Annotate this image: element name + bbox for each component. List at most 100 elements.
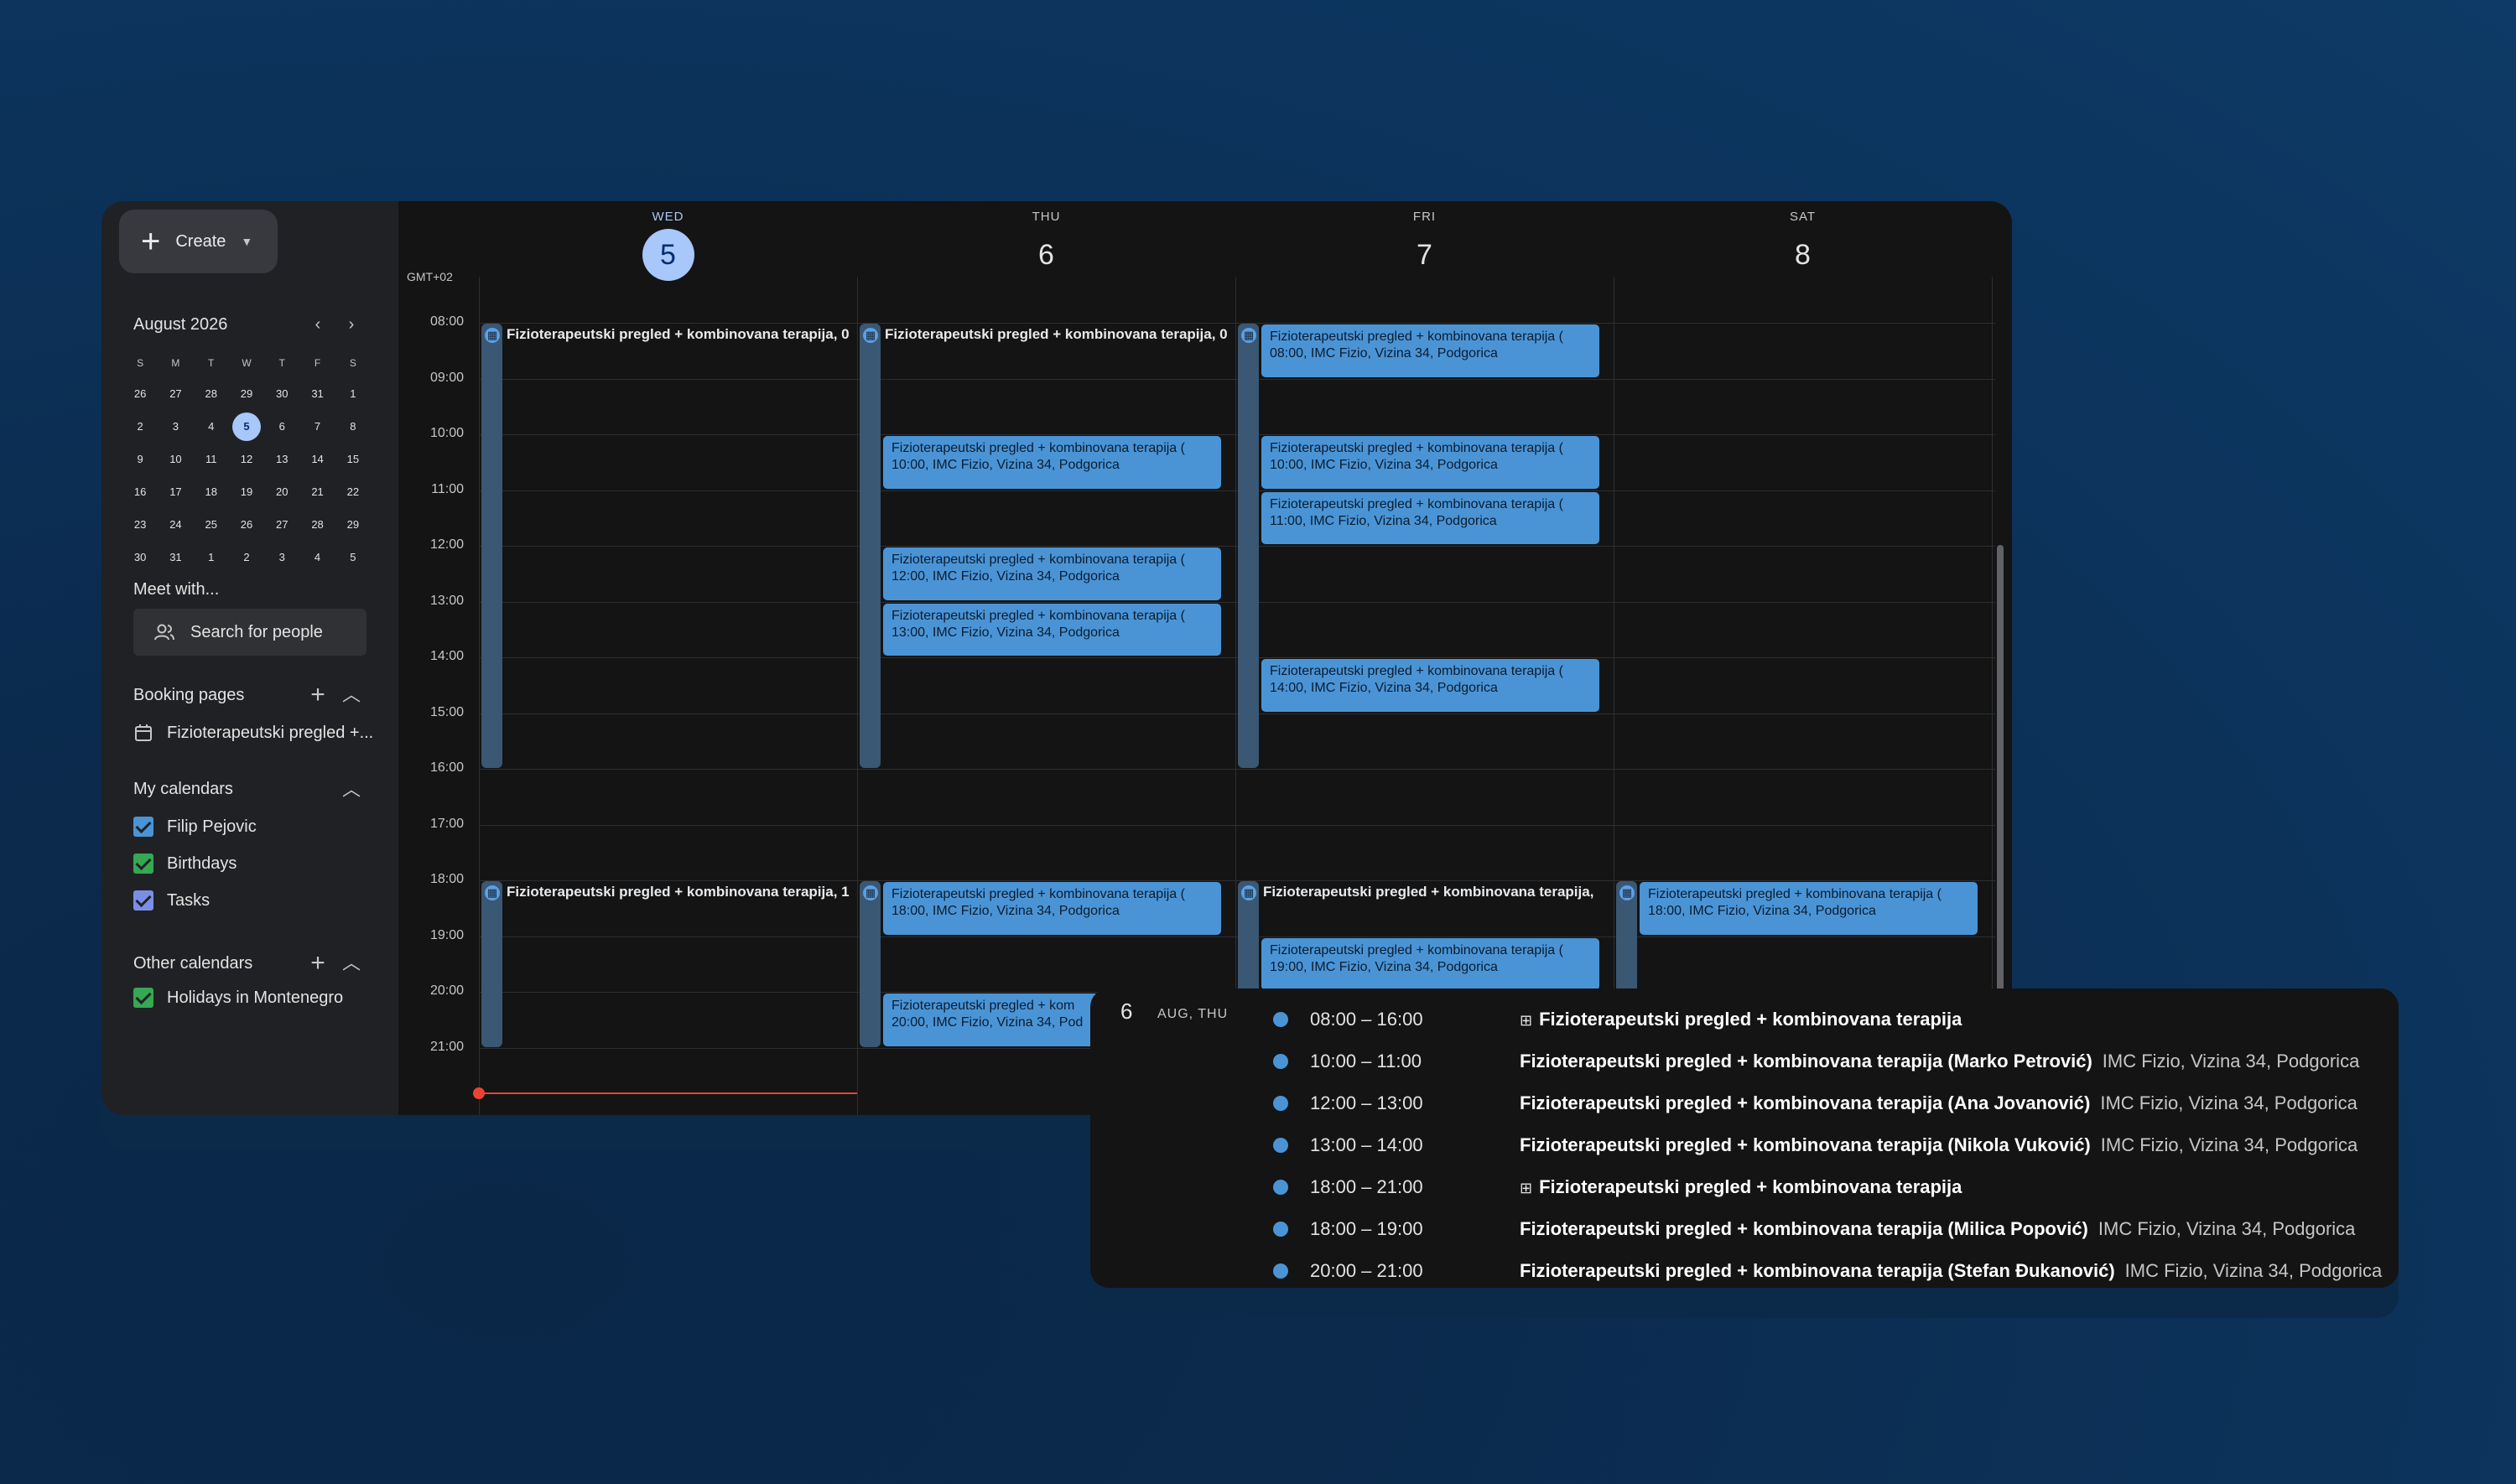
mini-calendar-day[interactable]: 26 [229, 518, 264, 531]
mini-calendar-day[interactable]: 29 [335, 518, 371, 531]
event-card[interactable]: Fizioterapeutski pregled + kombinovana t… [1261, 490, 1600, 545]
mini-calendar-day[interactable]: 16 [122, 485, 158, 498]
booking-page-item[interactable]: Fizioterapeutski pregled +... [133, 723, 373, 743]
mini-calendar-day[interactable]: 9 [122, 453, 158, 465]
calendar-item[interactable]: Filip Pejovic [133, 817, 257, 837]
agenda-row[interactable]: 08:00 – 16:00 ⊞ Fizioterapeutski pregled +… [1090, 999, 2399, 1040]
agenda-row[interactable]: 18:00 – 19:00 Fizioterapeutski pregled + … [1090, 1208, 2399, 1250]
multi-hour-event-title[interactable]: Fizioterapeutski pregled + kombinovana t… [507, 326, 851, 343]
event-color-dot [1273, 1054, 1288, 1069]
mini-calendar-day[interactable]: 30 [122, 551, 158, 563]
mini-calendar-day[interactable]: 20 [264, 485, 299, 498]
event-card[interactable]: Fizioterapeutski pregled + kombinovana t… [882, 881, 1222, 936]
mini-calendar-day[interactable]: 10 [158, 453, 193, 465]
mini-calendar-day-label: 2 [243, 551, 250, 563]
mini-calendar-day[interactable]: 23 [122, 518, 158, 531]
day-header-number[interactable]: 6 [1021, 229, 1073, 281]
mini-calendar-day[interactable]: 31 [158, 551, 193, 563]
event-card[interactable]: Fizioterapeutski pregled + kombinovana t… [882, 547, 1222, 601]
calendar-item[interactable]: Holidays in Montenegro [133, 988, 343, 1008]
agenda-row[interactable]: 12:00 – 13:00 Fizioterapeutski pregled + … [1090, 1082, 2399, 1124]
chevron-up-icon[interactable]: ︿ [335, 780, 368, 799]
multi-hour-event-title[interactable]: Fizioterapeutski pregled + kombinovana t… [507, 884, 851, 900]
mini-calendar-day[interactable]: 15 [335, 453, 371, 465]
day-header-number[interactable]: 7 [1399, 229, 1451, 281]
mini-calendar-day[interactable]: 14 [299, 453, 335, 465]
event-card[interactable]: Fizioterapeutski pregled + kombinovana t… [1639, 881, 1978, 936]
mini-calendar-day[interactable]: 29 [229, 387, 264, 400]
event-card[interactable]: Fizioterapeutski pregled + kombinovana t… [1261, 658, 1600, 713]
mini-calendar-day[interactable]: 27 [264, 518, 299, 531]
chevron-up-icon[interactable]: ︿ [335, 686, 368, 704]
event-card[interactable]: Fizioterapeutski pregled + kombinovana t… [1261, 435, 1600, 490]
event-card[interactable]: Fizioterapeutski pregled + kombinovana t… [882, 435, 1222, 490]
multi-hour-event-title[interactable]: Fizioterapeutski pregled + kombinovana t… [885, 326, 1229, 343]
mini-calendar-day[interactable]: 19 [229, 485, 264, 498]
day-header[interactable]: SAT 8 [1614, 201, 1992, 281]
checkbox-icon[interactable] [133, 817, 153, 837]
mini-calendar-day[interactable]: 30 [264, 387, 299, 400]
mini-calendar-day[interactable]: 17 [158, 485, 193, 498]
day-header[interactable]: FRI 7 [1235, 201, 1614, 281]
mini-calendar-day[interactable]: 1 [194, 551, 229, 563]
mini-calendar-day-label: 22 [346, 485, 360, 498]
multi-hour-event-bar[interactable]: ▦ [481, 881, 502, 1047]
mini-calendar-day[interactable]: 22 [335, 485, 371, 498]
mini-calendar-day[interactable]: 5 [335, 551, 371, 563]
mini-calendar-day[interactable]: 25 [194, 518, 229, 531]
mini-calendar-day[interactable]: 27 [158, 387, 193, 400]
day-header-number[interactable]: 8 [1777, 229, 1829, 281]
mini-calendar-day[interactable]: 12 [229, 453, 264, 465]
mini-calendar-day[interactable]: 26 [122, 387, 158, 400]
agenda-row[interactable]: 20:00 – 21:00 Fizioterapeutski pregled + … [1090, 1250, 2399, 1292]
event-card[interactable]: Fizioterapeutski pregled + kombinovana t… [1261, 937, 1600, 991]
event-card[interactable]: Fizioterapeutski pregled + kombinovana t… [882, 602, 1222, 656]
mini-calendar-day[interactable]: 28 [194, 387, 229, 400]
mini-calendar-day[interactable]: 28 [299, 518, 335, 531]
prev-month-icon[interactable]: ‹ [301, 315, 335, 335]
add-booking-page-icon[interactable]: + [301, 682, 335, 708]
mini-calendar-day[interactable]: 1 [335, 387, 371, 400]
mini-calendar-day[interactable]: 31 [299, 387, 335, 400]
scrollbar[interactable] [1997, 545, 2004, 998]
event-card[interactable]: Fizioterapeutski pregled + kombinovana t… [1261, 324, 1600, 378]
multi-hour-event-bar[interactable]: ▦ [860, 881, 881, 1047]
multi-hour-event-bar[interactable]: ▦ [481, 324, 502, 768]
multi-hour-event-bar[interactable]: ▦ [1238, 324, 1259, 768]
mini-calendar-day[interactable]: 13 [264, 453, 299, 465]
hour-label: 12:00 [429, 537, 464, 552]
agenda-row[interactable]: 10:00 – 11:00 Fizioterapeutski pregled + … [1090, 1040, 2399, 1082]
mini-calendar-day[interactable]: 7 [299, 420, 335, 433]
mini-calendar-day[interactable]: 3 [158, 420, 193, 433]
search-people-input[interactable]: Search for people [133, 609, 366, 656]
checkbox-icon[interactable] [133, 988, 153, 1008]
day-header[interactable]: THU 6 [857, 201, 1235, 281]
mini-calendar-day[interactable]: 18 [194, 485, 229, 498]
mini-calendar-day[interactable]: 6 [264, 420, 299, 433]
agenda-row[interactable]: 13:00 – 14:00 Fizioterapeutski pregled + … [1090, 1124, 2399, 1166]
mini-calendar-day[interactable]: 2 [229, 551, 264, 563]
calendar-item[interactable]: Birthdays [133, 854, 237, 874]
calendar-item[interactable]: Tasks [133, 890, 210, 911]
multi-hour-event-bar[interactable]: ▦ [860, 324, 881, 768]
mini-calendar-day[interactable]: 11 [194, 453, 229, 465]
chevron-up-icon[interactable]: ︿ [335, 954, 368, 973]
event-title: Fizioterapeutski pregled + kombinovana t… [1270, 329, 1563, 344]
mini-calendar-day[interactable]: 2 [122, 420, 158, 433]
checkbox-icon[interactable] [133, 854, 153, 874]
add-other-calendar-icon[interactable]: + [301, 951, 335, 976]
mini-calendar-day[interactable]: 5 [229, 412, 264, 441]
day-header[interactable]: WED 5 [479, 201, 857, 281]
agenda-row[interactable]: 18:00 – 21:00 ⊞ Fizioterapeutski pregled +… [1090, 1166, 2399, 1208]
mini-calendar-day[interactable]: 3 [264, 551, 299, 563]
mini-calendar-day[interactable]: 4 [299, 551, 335, 563]
mini-calendar-day[interactable]: 21 [299, 485, 335, 498]
mini-calendar-day[interactable]: 4 [194, 420, 229, 433]
next-month-icon[interactable]: › [335, 315, 368, 335]
mini-calendar-day[interactable]: 8 [335, 420, 371, 433]
create-button[interactable]: + Create ▼ [119, 210, 278, 273]
checkbox-icon[interactable] [133, 890, 153, 911]
day-header-number[interactable]: 5 [642, 229, 694, 281]
multi-hour-event-title[interactable]: Fizioterapeutski pregled + kombinovana t… [1263, 884, 1608, 900]
mini-calendar-day[interactable]: 24 [158, 518, 193, 531]
